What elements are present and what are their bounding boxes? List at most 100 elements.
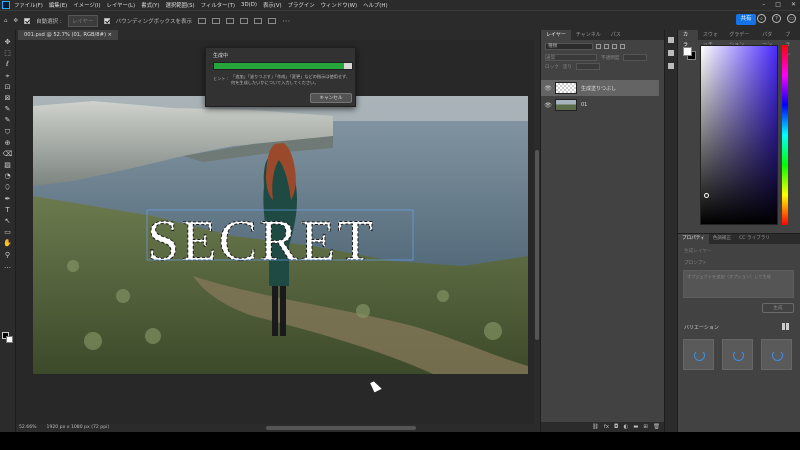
zoom-level[interactable]: 52.66%	[19, 424, 37, 432]
blend-mode-dropdown[interactable]: 通常	[545, 54, 597, 61]
delete-layer-icon[interactable]: 🗑	[653, 424, 660, 430]
edit-toolbar-icon[interactable]: …	[3, 262, 13, 271]
add-mask-icon[interactable]: ◘	[614, 424, 618, 430]
tab-paths[interactable]: パス	[606, 30, 626, 40]
adjustment-layer-icon[interactable]: ◐	[623, 424, 628, 430]
tab-patterns[interactable]: パターン	[757, 30, 780, 48]
tab-brushes[interactable]: ブラシ	[780, 30, 800, 58]
search-icon[interactable]: ⌕	[757, 14, 766, 23]
layer-kind-filter[interactable]: 種類	[545, 43, 593, 50]
visibility-eye-icon[interactable]: 👁	[541, 85, 555, 92]
variation-thumb-2[interactable]	[722, 339, 753, 370]
auto-select-checkbox[interactable]	[24, 17, 31, 24]
panel-history-icon[interactable]	[668, 37, 674, 43]
opacity-field[interactable]	[623, 54, 648, 61]
brush-tool-icon[interactable]: ⛉	[3, 128, 13, 137]
link-layers-icon[interactable]: ⛓	[592, 424, 599, 430]
filter-shape-icon[interactable]	[620, 44, 625, 49]
new-layer-icon[interactable]: ⊞	[643, 424, 648, 430]
menu-window[interactable]: ウィンドウ(W)	[321, 1, 358, 9]
tab-color[interactable]: カラー	[678, 30, 698, 58]
document-tab[interactable]: 001.psd @ 52.7% (01, RGB/8#) ×	[18, 30, 118, 40]
marquee-tool-icon[interactable]: ⬚	[3, 49, 13, 58]
fill-field[interactable]	[576, 63, 600, 70]
auto-select-target-dropdown[interactable]: レイヤー	[67, 14, 98, 27]
tab-cc-libraries[interactable]: CC ライブラリ	[735, 234, 774, 244]
clone-stamp-tool-icon[interactable]: ⊕	[3, 139, 13, 148]
move-tool-icon[interactable]: ✥	[3, 38, 13, 47]
maximize-icon[interactable]: □	[775, 1, 781, 8]
dodge-tool-icon[interactable]: ⬯	[3, 183, 13, 192]
bounding-box-checkbox[interactable]	[103, 17, 110, 24]
help-icon[interactable]: ?	[772, 14, 781, 23]
quick-select-tool-icon[interactable]: ⌖	[3, 72, 13, 81]
healing-brush-tool-icon[interactable]: ✎	[3, 116, 13, 125]
hue-slider[interactable]	[782, 45, 788, 225]
menu-file[interactable]: ファイル(F)	[14, 1, 43, 9]
menu-type[interactable]: 書式(Y)	[141, 1, 159, 9]
prompt-input[interactable]: オブジェクトを追加（オプション）して生成	[683, 270, 794, 298]
menu-3d[interactable]: 3D(D)	[241, 2, 257, 8]
more-options-button[interactable]: ･･･	[282, 17, 290, 25]
align-bottom-icon[interactable]	[268, 17, 277, 24]
filter-pixel-icon[interactable]	[596, 44, 601, 49]
eraser-tool-icon[interactable]: ⌫	[3, 150, 13, 159]
minimize-icon[interactable]: –	[762, 1, 765, 8]
variation-thumb-3[interactable]	[761, 339, 792, 370]
crop-tool-icon[interactable]: ⊡	[3, 83, 13, 92]
new-group-icon[interactable]: ▬	[633, 424, 638, 430]
lasso-tool-icon[interactable]: ℓ	[3, 60, 13, 69]
menu-view[interactable]: 表示(V)	[263, 1, 282, 9]
align-top-icon[interactable]	[240, 17, 249, 24]
menu-filter[interactable]: フィルター(T)	[201, 1, 235, 9]
foreground-color-chip[interactable]	[683, 47, 692, 56]
eyedropper-tool-icon[interactable]: ✎	[3, 105, 13, 114]
home-icon[interactable]: ⌂	[4, 18, 8, 24]
close-icon[interactable]: ✕	[791, 1, 796, 8]
filter-type-icon[interactable]	[612, 44, 617, 49]
tab-swatches[interactable]: スウォッチ	[698, 30, 724, 48]
tab-channels[interactable]: チャンネル	[571, 30, 606, 40]
panel-paragraph-icon[interactable]	[668, 63, 674, 69]
tab-layers[interactable]: レイヤー	[541, 30, 571, 40]
background-color-swatch[interactable]	[6, 336, 13, 343]
grid-view-icon[interactable]	[782, 323, 789, 330]
gradient-tool-icon[interactable]: ▨	[3, 161, 13, 170]
zoom-tool-icon[interactable]: ⚲	[3, 251, 13, 260]
layer-style-icon[interactable]: fx	[604, 424, 609, 430]
rectangle-tool-icon[interactable]: ▭	[3, 228, 13, 237]
menu-help[interactable]: ヘルプ(H)	[363, 1, 387, 9]
layer-row-01[interactable]: 👁 01	[541, 97, 659, 113]
layer-row-generative-fill[interactable]: 👁 生成塗りつぶし	[541, 80, 659, 96]
menu-layer[interactable]: レイヤー(L)	[107, 1, 136, 9]
visibility-eye-icon[interactable]: 👁	[541, 102, 555, 109]
tab-adjustments[interactable]: 色調補正	[709, 234, 735, 244]
move-tool-icon[interactable]: ✥	[14, 18, 19, 24]
panel-actions-icon[interactable]	[668, 50, 674, 56]
align-center-icon[interactable]	[212, 17, 221, 24]
menu-plugins[interactable]: プラグイン	[288, 1, 315, 9]
cancel-button[interactable]: キャンセル	[310, 93, 352, 103]
align-middle-icon[interactable]	[254, 17, 263, 24]
align-left-icon[interactable]	[198, 17, 207, 24]
menu-edit[interactable]: 編集(E)	[49, 1, 67, 9]
type-tool-icon[interactable]: T	[3, 206, 13, 215]
color-picker-ring[interactable]	[704, 193, 709, 198]
hand-tool-icon[interactable]: ✋	[3, 239, 13, 248]
path-select-tool-icon[interactable]: ↖	[3, 217, 13, 226]
workspace-icon[interactable]: ▭	[787, 14, 796, 23]
frame-tool-icon[interactable]: ⊠	[3, 94, 13, 103]
blur-tool-icon[interactable]: ◔	[3, 172, 13, 181]
share-button[interactable]: 共有	[736, 14, 756, 25]
menu-select[interactable]: 選択範囲(S)	[165, 1, 194, 9]
filter-adjustment-icon[interactable]	[604, 44, 609, 49]
color-field[interactable]	[700, 45, 778, 225]
image-canvas[interactable]: SECRET	[33, 96, 528, 374]
vertical-scroll-thumb[interactable]	[535, 150, 539, 340]
tab-properties[interactable]: プロパティ	[678, 234, 709, 244]
pen-tool-icon[interactable]: ✒	[3, 195, 13, 204]
tab-gradients[interactable]: グラデーション	[724, 30, 757, 48]
generate-button[interactable]: 生成	[762, 303, 794, 313]
horizontal-scrollbar[interactable]	[266, 426, 416, 430]
variation-thumb-1[interactable]	[683, 339, 714, 370]
